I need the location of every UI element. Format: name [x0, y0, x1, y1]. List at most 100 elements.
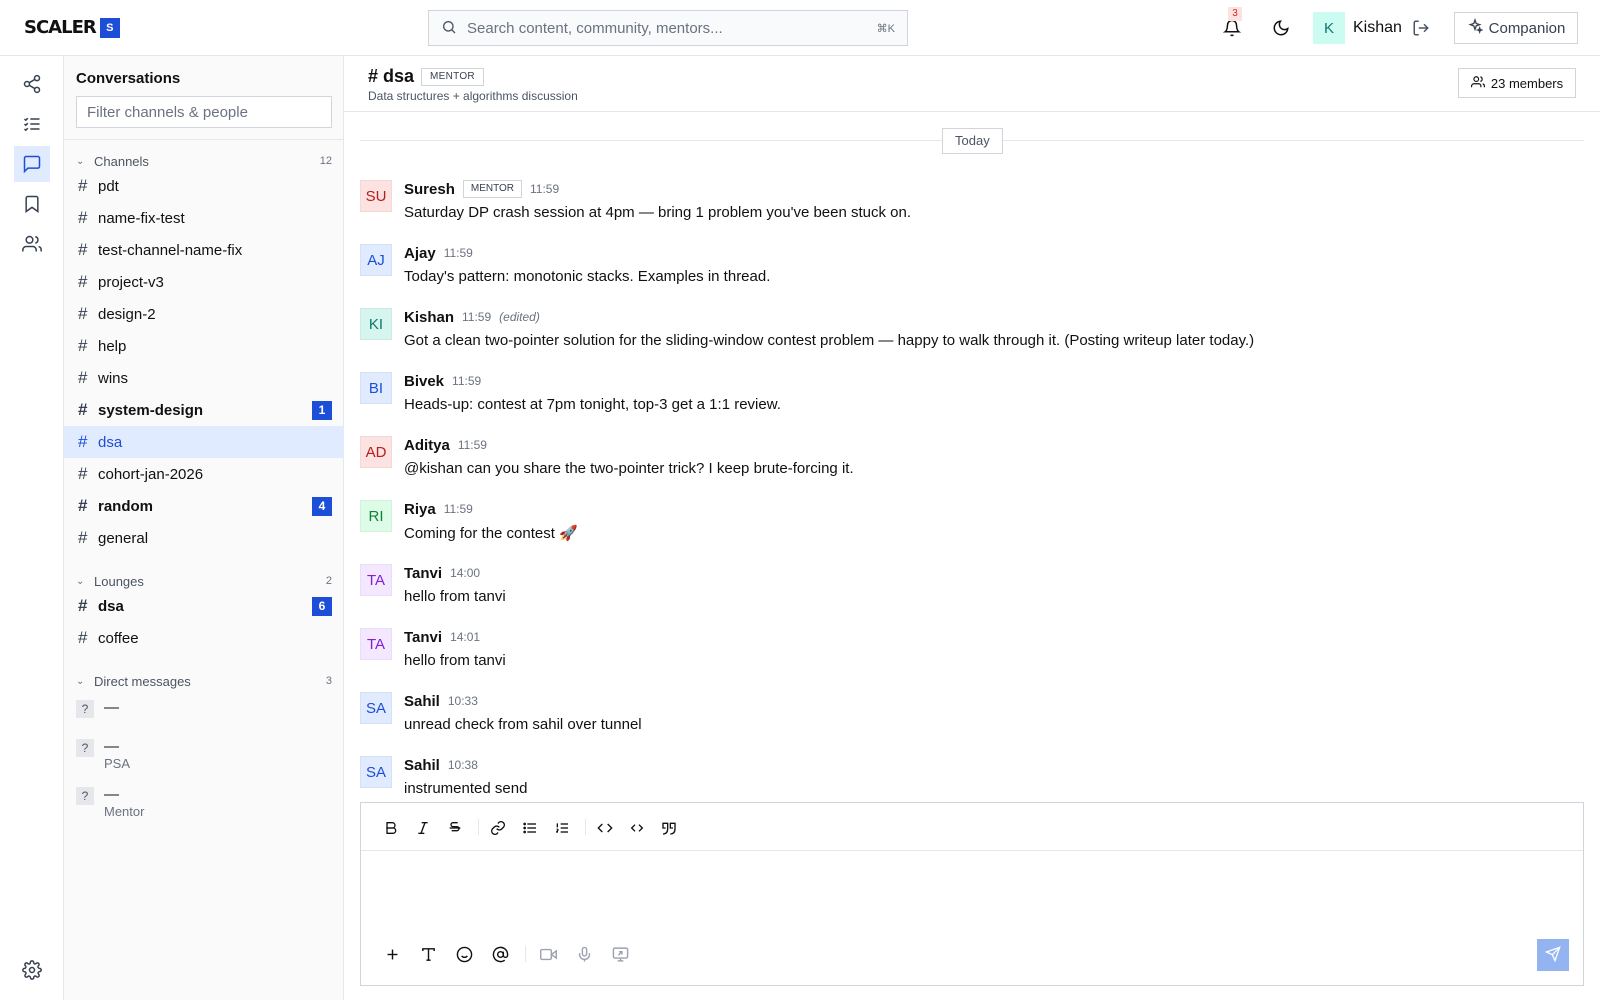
channel-name: pdt [98, 177, 119, 195]
scaler-logo[interactable]: SCALER S [24, 17, 120, 38]
channel-item-random[interactable]: # random 4 [64, 490, 344, 522]
channel-item-name-fix-test[interactable]: # name-fix-test [64, 202, 344, 234]
message[interactable]: RI Riya 11:59 Coming for the contest 🚀 [360, 500, 1560, 556]
italic-icon[interactable] [412, 817, 434, 839]
channel-item-design-2[interactable]: # design-2 [64, 298, 344, 330]
author-avatar[interactable]: AJ [360, 244, 392, 276]
chevron-down-icon: ⌄ [76, 675, 85, 687]
message[interactable]: TA Tanvi 14:00 hello from tanvi [360, 564, 1560, 620]
message[interactable]: KI Kishan 11:59 (edited) Got a clean two… [360, 308, 1560, 364]
mention-icon[interactable] [489, 943, 511, 965]
channel-name: name-fix-test [98, 209, 185, 227]
author-avatar[interactable]: SU [360, 180, 392, 212]
global-search[interactable]: ⌘K [428, 10, 908, 46]
gear-icon[interactable] [14, 952, 50, 988]
text-format-icon[interactable] [417, 943, 439, 965]
author-name[interactable]: Ajay [404, 245, 436, 262]
author-avatar[interactable]: TA [360, 628, 392, 660]
logout-icon[interactable] [1410, 17, 1432, 39]
hash-icon: # [78, 432, 88, 451]
channel-item-general[interactable]: # general [64, 522, 344, 554]
author-avatar[interactable]: SA [360, 692, 392, 724]
channel-name: system-design [98, 401, 204, 419]
author-name[interactable]: Riya [404, 501, 436, 518]
search-input[interactable] [467, 19, 877, 37]
author-avatar[interactable]: AD [360, 436, 392, 468]
section-direct-messages-toggle[interactable]: ⌄ Direct messages 3 [76, 672, 332, 690]
author-name[interactable]: Suresh [404, 181, 455, 198]
author-name[interactable]: Tanvi [404, 565, 442, 582]
author-avatar[interactable]: TA [360, 564, 392, 596]
dm-item[interactable]: ? — [64, 700, 344, 718]
section-lounges-toggle[interactable]: ⌄ Lounges 2 [76, 572, 332, 590]
user-name[interactable]: Kishan [1353, 19, 1402, 37]
video-icon[interactable] [537, 943, 559, 965]
link-icon[interactable] [487, 817, 509, 839]
dm-avatar: ? [76, 700, 94, 718]
message-editor[interactable] [361, 852, 1583, 932]
search-shortcut-hint: ⌘K [876, 22, 895, 35]
section-label: Channels [94, 153, 149, 169]
message[interactable]: BI Bivek 11:59 Heads-up: contest at 7pm … [360, 372, 1560, 428]
author-avatar[interactable]: KI [360, 308, 392, 340]
numbered-list-icon[interactable] [551, 817, 573, 839]
chat-bubble-icon[interactable] [14, 146, 50, 182]
message[interactable]: SU Suresh MENTOR 11:59 Saturday DP crash… [360, 180, 1560, 236]
chevron-down-icon: ⌄ [76, 155, 85, 167]
author-avatar[interactable]: BI [360, 372, 392, 404]
microphone-icon[interactable] [573, 943, 595, 965]
code-icon[interactable] [594, 817, 616, 839]
author-name[interactable]: Tanvi [404, 629, 442, 646]
message[interactable]: TA Tanvi 14:01 hello from tanvi [360, 628, 1560, 684]
channel-role-tag: MENTOR [421, 68, 484, 86]
share-network-icon[interactable] [14, 66, 50, 102]
message[interactable]: AJ Ajay 11:59 Today's pattern: monotonic… [360, 244, 1560, 300]
bold-icon[interactable] [380, 817, 402, 839]
bullet-list-icon[interactable] [519, 817, 541, 839]
channel-item-help[interactable]: # help [64, 330, 344, 362]
screen-share-icon[interactable] [609, 943, 631, 965]
author-name[interactable]: Sahil [404, 693, 440, 710]
channel-filter-input[interactable] [76, 96, 332, 128]
hash-icon: # [78, 272, 88, 291]
channel-item-wins[interactable]: # wins [64, 362, 344, 394]
members-button[interactable]: 23 members [1458, 68, 1576, 98]
companion-button[interactable]: Companion [1454, 12, 1578, 44]
message-time: 10:33 [447, 694, 478, 708]
bookmark-icon[interactable] [14, 186, 50, 222]
code-block-icon[interactable] [626, 817, 648, 839]
message-text: unread check from sahil over tunnel [404, 716, 642, 733]
author-avatar[interactable]: RI [360, 500, 392, 532]
channel-item-dsa[interactable]: # dsa [64, 426, 344, 458]
emoji-icon[interactable] [453, 943, 475, 965]
moon-icon[interactable] [1270, 17, 1292, 39]
section-channels-toggle[interactable]: ⌄ Channels 12 [76, 152, 332, 170]
author-name[interactable]: Aditya [404, 437, 450, 454]
strikethrough-icon[interactable] [444, 817, 466, 839]
lounge-item-coffee[interactable]: # coffee [64, 622, 344, 654]
checklist-icon[interactable] [14, 106, 50, 142]
lounge-item-dsa[interactable]: # dsa 6 [64, 590, 344, 622]
author-name[interactable]: Sahil [404, 757, 440, 774]
section-count: 12 [319, 155, 332, 167]
dm-role: PSA [104, 756, 131, 771]
message[interactable]: SA Sahil 10:33 unread check from sahil o… [360, 692, 1560, 748]
channel-item-pdt[interactable]: # pdt [64, 170, 344, 202]
message[interactable]: AD Aditya 11:59 @kishan can you share th… [360, 436, 1560, 492]
user-avatar[interactable]: K [1313, 12, 1345, 44]
channel-item-system-design[interactable]: # system-design 1 [64, 394, 344, 426]
channel-item-test-channel-name-fix[interactable]: # test-channel-name-fix [64, 234, 344, 266]
channel-item-cohort-jan-2026[interactable]: # cohort-jan-2026 [64, 458, 344, 490]
dm-item[interactable]: ? — PSA [64, 739, 344, 773]
dm-item[interactable]: ? — Mentor [64, 787, 344, 821]
channel-name: general [98, 529, 149, 547]
users-icon[interactable] [14, 226, 50, 262]
plus-icon[interactable] [381, 943, 403, 965]
author-name[interactable]: Kishan [404, 309, 454, 326]
channel-item-project-v3[interactable]: # project-v3 [64, 266, 344, 298]
author-avatar[interactable]: SA [360, 756, 392, 788]
quote-icon[interactable] [658, 817, 680, 839]
author-name[interactable]: Bivek [404, 373, 444, 390]
send-button[interactable] [1537, 939, 1569, 971]
message-text: Saturday DP crash session at 4pm — bring… [404, 204, 912, 221]
